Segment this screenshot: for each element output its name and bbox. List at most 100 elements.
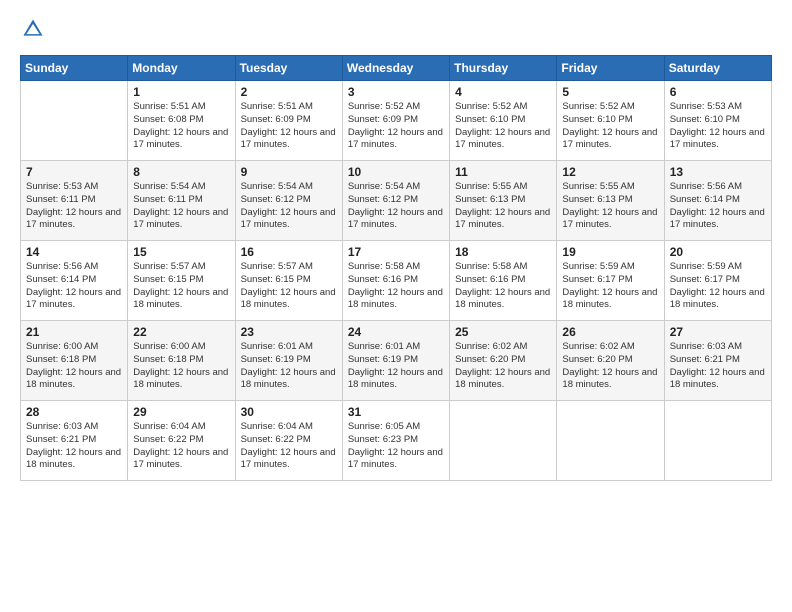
calendar-week-row: 1 Sunrise: 5:51 AMSunset: 6:08 PMDaylight…: [21, 81, 772, 161]
day-info: Sunrise: 5:54 AMSunset: 6:12 PMDaylight:…: [241, 181, 337, 232]
day-number: 10: [348, 165, 444, 179]
day-info: Sunrise: 5:58 AMSunset: 6:16 PMDaylight:…: [348, 261, 444, 312]
day-number: 24: [348, 325, 444, 339]
calendar-cell: 11 Sunrise: 5:55 AMSunset: 6:13 PMDayligh…: [450, 161, 557, 241]
day-number: 26: [562, 325, 658, 339]
day-info: Sunrise: 5:56 AMSunset: 6:14 PMDaylight:…: [26, 261, 122, 312]
calendar-day-header: Tuesday: [235, 56, 342, 81]
calendar-cell: 13 Sunrise: 5:56 AMSunset: 6:14 PMDayligh…: [664, 161, 771, 241]
day-number: 11: [455, 165, 551, 179]
calendar-cell: 22 Sunrise: 6:00 AMSunset: 6:18 PMDayligh…: [128, 321, 235, 401]
day-number: 28: [26, 405, 122, 419]
calendar-day-header: Friday: [557, 56, 664, 81]
calendar-week-row: 21 Sunrise: 6:00 AMSunset: 6:18 PMDayligh…: [21, 321, 772, 401]
calendar-cell: [664, 401, 771, 481]
calendar-cell: 27 Sunrise: 6:03 AMSunset: 6:21 PMDayligh…: [664, 321, 771, 401]
calendar-cell: 8 Sunrise: 5:54 AMSunset: 6:11 PMDaylight…: [128, 161, 235, 241]
day-info: Sunrise: 6:02 AMSunset: 6:20 PMDaylight:…: [455, 341, 551, 392]
day-number: 3: [348, 85, 444, 99]
calendar-cell: 5 Sunrise: 5:52 AMSunset: 6:10 PMDaylight…: [557, 81, 664, 161]
day-number: 22: [133, 325, 229, 339]
day-number: 18: [455, 245, 551, 259]
day-info: Sunrise: 6:00 AMSunset: 6:18 PMDaylight:…: [26, 341, 122, 392]
calendar-cell: 3Sunrise: 5:52 AMSunset: 6:09 PMDaylight…: [342, 81, 449, 161]
day-info: Sunrise: 5:56 AMSunset: 6:14 PMDaylight:…: [670, 181, 766, 232]
day-number: 9: [241, 165, 337, 179]
day-number: 1: [133, 85, 229, 99]
day-number: 17: [348, 245, 444, 259]
day-info: Sunrise: 6:04 AMSunset: 6:22 PMDaylight:…: [133, 421, 229, 472]
day-info: Sunrise: 6:04 AMSunset: 6:22 PMDaylight:…: [241, 421, 337, 472]
day-number: 2: [241, 85, 337, 99]
day-info: Sunrise: 5:55 AMSunset: 6:13 PMDaylight:…: [562, 181, 658, 232]
day-info: Sunrise: 5:59 AMSunset: 6:17 PMDaylight:…: [562, 261, 658, 312]
day-info: Sunrise: 5:58 AMSunset: 6:16 PMDaylight:…: [455, 261, 551, 312]
day-info: Sunrise: 5:57 AMSunset: 6:15 PMDaylight:…: [133, 261, 229, 312]
day-info: Sunrise: 5:52 AMSunset: 6:10 PMDaylight:…: [562, 101, 658, 152]
day-info: Sunrise: 6:03 AMSunset: 6:21 PMDaylight:…: [670, 341, 766, 392]
calendar-cell: 29 Sunrise: 6:04 AMSunset: 6:22 PMDayligh…: [128, 401, 235, 481]
calendar-cell: 19Sunrise: 5:59 AMSunset: 6:17 PMDayligh…: [557, 241, 664, 321]
day-number: 7: [26, 165, 122, 179]
calendar-cell: 21 Sunrise: 6:00 AMSunset: 6:18 PMDayligh…: [21, 321, 128, 401]
day-info: Sunrise: 5:57 AMSunset: 6:15 PMDaylight:…: [241, 261, 337, 312]
day-number: 4: [455, 85, 551, 99]
calendar-day-header: Monday: [128, 56, 235, 81]
calendar-cell: 23 Sunrise: 6:01 AMSunset: 6:19 PMDayligh…: [235, 321, 342, 401]
day-info: Sunrise: 5:53 AMSunset: 6:10 PMDaylight:…: [670, 101, 766, 152]
day-info: Sunrise: 6:00 AMSunset: 6:18 PMDaylight:…: [133, 341, 229, 392]
day-info: Sunrise: 5:55 AMSunset: 6:13 PMDaylight:…: [455, 181, 551, 232]
calendar-week-row: 28 Sunrise: 6:03 AMSunset: 6:21 PMDayligh…: [21, 401, 772, 481]
calendar-cell: 28 Sunrise: 6:03 AMSunset: 6:21 PMDayligh…: [21, 401, 128, 481]
calendar-cell: 17 Sunrise: 5:58 AMSunset: 6:16 PMDayligh…: [342, 241, 449, 321]
day-number: 27: [670, 325, 766, 339]
day-info: Sunrise: 5:54 AMSunset: 6:12 PMDaylight:…: [348, 181, 444, 232]
calendar-cell: 15 Sunrise: 5:57 AMSunset: 6:15 PMDayligh…: [128, 241, 235, 321]
day-number: 16: [241, 245, 337, 259]
calendar-week-row: 14 Sunrise: 5:56 AMSunset: 6:14 PMDayligh…: [21, 241, 772, 321]
calendar-cell: 24Sunrise: 6:01 AMSunset: 6:19 PMDayligh…: [342, 321, 449, 401]
day-info: Sunrise: 5:51 AMSunset: 6:08 PMDaylight:…: [133, 101, 229, 152]
calendar-day-header: Wednesday: [342, 56, 449, 81]
day-info: Sunrise: 6:01 AMSunset: 6:19 PMDaylight:…: [241, 341, 337, 392]
calendar-cell: 4 Sunrise: 5:52 AMSunset: 6:10 PMDaylight…: [450, 81, 557, 161]
calendar-cell: 30 Sunrise: 6:04 AMSunset: 6:22 PMDayligh…: [235, 401, 342, 481]
day-number: 29: [133, 405, 229, 419]
calendar-cell: 9 Sunrise: 5:54 AMSunset: 6:12 PMDaylight…: [235, 161, 342, 241]
logo-icon: [22, 18, 44, 40]
calendar-cell: 7 Sunrise: 5:53 AMSunset: 6:11 PMDaylight…: [21, 161, 128, 241]
calendar-cell: 20 Sunrise: 5:59 AMSunset: 6:17 PMDayligh…: [664, 241, 771, 321]
header: [20, 18, 772, 45]
calendar-cell: [21, 81, 128, 161]
day-info: Sunrise: 5:52 AMSunset: 6:10 PMDaylight:…: [455, 101, 551, 152]
calendar-cell: 14 Sunrise: 5:56 AMSunset: 6:14 PMDayligh…: [21, 241, 128, 321]
day-number: 20: [670, 245, 766, 259]
day-info: Sunrise: 5:53 AMSunset: 6:11 PMDaylight:…: [26, 181, 122, 232]
day-number: 8: [133, 165, 229, 179]
calendar-day-header: Sunday: [21, 56, 128, 81]
calendar-week-row: 7 Sunrise: 5:53 AMSunset: 6:11 PMDaylight…: [21, 161, 772, 241]
day-info: Sunrise: 6:05 AMSunset: 6:23 PMDaylight:…: [348, 421, 444, 472]
day-number: 13: [670, 165, 766, 179]
day-info: Sunrise: 5:51 AMSunset: 6:09 PMDaylight:…: [241, 101, 337, 152]
day-number: 12: [562, 165, 658, 179]
day-info: Sunrise: 5:54 AMSunset: 6:11 PMDaylight:…: [133, 181, 229, 232]
day-info: Sunrise: 6:03 AMSunset: 6:21 PMDaylight:…: [26, 421, 122, 472]
day-number: 30: [241, 405, 337, 419]
calendar-day-header: Saturday: [664, 56, 771, 81]
calendar-cell: 18 Sunrise: 5:58 AMSunset: 6:16 PMDayligh…: [450, 241, 557, 321]
calendar-cell: [450, 401, 557, 481]
day-info: Sunrise: 5:59 AMSunset: 6:17 PMDaylight:…: [670, 261, 766, 312]
calendar-day-header: Thursday: [450, 56, 557, 81]
calendar-table: SundayMondayTuesdayWednesdayThursdayFrid…: [20, 55, 772, 481]
calendar-cell: 26Sunrise: 6:02 AMSunset: 6:20 PMDayligh…: [557, 321, 664, 401]
calendar-cell: 10 Sunrise: 5:54 AMSunset: 6:12 PMDayligh…: [342, 161, 449, 241]
calendar-cell: [557, 401, 664, 481]
calendar-cell: 31Sunrise: 6:05 AMSunset: 6:23 PMDayligh…: [342, 401, 449, 481]
day-number: 21: [26, 325, 122, 339]
day-number: 15: [133, 245, 229, 259]
calendar-cell: 25Sunrise: 6:02 AMSunset: 6:20 PMDayligh…: [450, 321, 557, 401]
day-number: 23: [241, 325, 337, 339]
day-number: 5: [562, 85, 658, 99]
day-number: 14: [26, 245, 122, 259]
